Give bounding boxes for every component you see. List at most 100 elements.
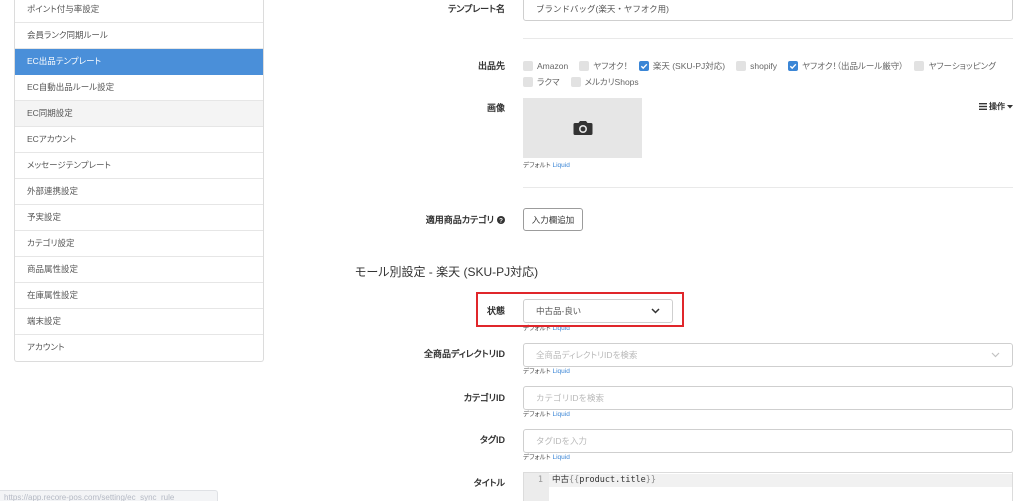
image-label: 画像 (486, 103, 505, 113)
tag-id-label: タグID (479, 435, 505, 445)
product-category-label: 適用商品カテゴリ ? (330, 214, 505, 226)
channel-option-label: shopify (750, 61, 778, 71)
condition-select[interactable]: 中古品-良い (523, 299, 673, 323)
checkbox[interactable] (523, 61, 533, 71)
add-input-field-button[interactable]: 入力欄追加 (523, 208, 583, 231)
chevron-down-icon (991, 352, 1000, 358)
channel-option-label: Amazon (537, 61, 569, 71)
template-name-input[interactable] (523, 0, 1013, 21)
line-number: 1 (537, 475, 543, 485)
code-line: 中古{{product.title}} (552, 474, 656, 487)
sidebar-item-category-settings[interactable]: カテゴリ設定 (15, 231, 263, 257)
tag-id-input[interactable] (523, 429, 1013, 453)
channels-checkbox-group: Amazon ヤフオク！ 楽天 (SKU-PJ対応) shopify ヤフオク！… (523, 60, 1013, 88)
settings-sidebar: ポイント付与率設定 会員ランク同期ルール EC出品テンプレート EC自動出品ルー… (14, 0, 264, 362)
channel-option-yahoo-auction-strict[interactable]: ヤフオク！（出品ルール厳守） (788, 60, 903, 72)
channel-option-rakuma[interactable]: ラクマ (523, 76, 560, 88)
tag-id-helper: デフォルト Liquid (523, 454, 570, 462)
code-token-close-brace: }} (645, 475, 657, 485)
checkbox[interactable] (579, 61, 590, 71)
checkbox[interactable] (788, 61, 799, 71)
channel-option-rakuten-sku-pj[interactable]: 楽天 (SKU-PJ対応) (638, 60, 725, 72)
title-label: タイトル (473, 478, 505, 488)
sidebar-item-stock-attribute-settings[interactable]: 在庫属性設定 (15, 283, 263, 309)
checkbox[interactable] (523, 77, 533, 87)
title-code-editor[interactable]: 1 中古{{product.title}} (523, 472, 1013, 501)
sidebar-item-label: EC同期設定 (27, 108, 73, 118)
checkbox[interactable] (736, 61, 747, 71)
sidebar-item-budget-actual-settings[interactable]: 予実設定 (15, 205, 263, 231)
sidebar-item-ec-auto-listing-rule[interactable]: EC自動出品ルール設定 (15, 75, 263, 101)
directory-id-helper: デフォルト Liquid (523, 368, 570, 376)
channel-option-label: ヤフーショッピング (928, 61, 996, 71)
template-name-label: テンプレート名 (448, 4, 505, 14)
question-circle-icon: ? (497, 216, 505, 224)
sidebar-item-ec-listing-template[interactable]: EC出品テンプレート (15, 49, 263, 75)
sidebar-item-label: ポイント付与率設定 (27, 4, 100, 14)
sidebar-item-label: カテゴリ設定 (27, 238, 75, 248)
liquid-link[interactable]: Liquid (553, 325, 570, 332)
sidebar-item-message-template[interactable]: メッセージテンプレート (15, 153, 263, 179)
category-id-helper: デフォルト Liquid (523, 411, 570, 419)
image-upload-placeholder[interactable] (523, 98, 642, 158)
sidebar-item-account[interactable]: アカウント (15, 335, 263, 361)
channel-option-mercari-shops[interactable]: メルカリShops (570, 76, 639, 88)
category-id-input[interactable] (523, 386, 1013, 410)
sidebar-item-member-rank-sync-rule[interactable]: 会員ランク同期ルール (15, 23, 263, 49)
channel-option-label: ヤフオク！ (593, 61, 628, 71)
condition-helper: デフォルト Liquid (523, 325, 570, 333)
liquid-link[interactable]: Liquid (553, 368, 570, 375)
code-token-variable: product.title (579, 475, 646, 485)
image-actions-button[interactable]: 操作 (966, 100, 1013, 113)
code-token-open-brace: {{ (569, 475, 580, 485)
sidebar-item-label: 端末設定 (27, 316, 62, 326)
svg-text:?: ? (499, 217, 503, 224)
checkbox[interactable] (570, 77, 581, 87)
check-icon (789, 63, 797, 70)
sidebar-item-label: ECアカウント (27, 134, 77, 144)
image-helper: デフォルト Liquid (523, 162, 570, 170)
code-token-text: 中古 (552, 475, 570, 485)
product-category-label-text: 適用商品カテゴリ (425, 215, 494, 225)
default-label: デフォルト (523, 411, 551, 418)
sidebar-item-ec-sync-settings[interactable]: EC同期設定 (15, 101, 263, 127)
sidebar-item-label: 予実設定 (27, 212, 62, 222)
section-divider (523, 38, 1013, 39)
default-label: デフォルト (523, 368, 551, 375)
liquid-link[interactable]: Liquid (553, 454, 570, 461)
sidebar-item-label: EC自動出品ルール設定 (27, 82, 115, 92)
sidebar-item-terminal-settings[interactable]: 端末設定 (15, 309, 263, 335)
mall-settings-heading: モール別設定 - 楽天 (SKU-PJ対応) (355, 265, 539, 279)
sidebar-list: ポイント付与率設定 会員ランク同期ルール EC出品テンプレート EC自動出品ルー… (15, 0, 263, 361)
channel-option-label: ラクマ (537, 77, 560, 87)
channel-option-shopify[interactable]: shopify (736, 60, 777, 72)
category-id-label: カテゴリID (463, 393, 505, 403)
channel-option-yahoo-auction[interactable]: ヤフオク！ (579, 60, 628, 72)
channels-label: 出品先 (477, 61, 505, 71)
sidebar-item-label: メッセージテンプレート (27, 160, 111, 170)
section-divider (523, 187, 1013, 188)
sidebar-item-ec-account[interactable]: ECアカウント (15, 127, 263, 153)
caret-down-icon (1007, 104, 1013, 108)
channel-option-label: ヤフオク！（出品ルール厳守） (802, 61, 904, 71)
directory-id-select[interactable]: 全商品ディレクトリIDを検索 (523, 343, 1013, 367)
sidebar-item-label: EC出品テンプレート (27, 56, 102, 66)
checkbox[interactable] (914, 61, 925, 71)
sidebar-item-label: 会員ランク同期ルール (27, 30, 108, 40)
sidebar-item-product-attribute-settings[interactable]: 商品属性設定 (15, 257, 263, 283)
image-actions-label: 操作 (989, 102, 1005, 111)
liquid-link[interactable]: Liquid (553, 162, 570, 169)
channel-option-yahoo-shopping[interactable]: ヤフーショッピング (914, 60, 996, 72)
default-label: デフォルト (523, 454, 551, 461)
check-icon (640, 63, 648, 70)
directory-id-label: 全商品ディレクトリID (423, 349, 505, 359)
sidebar-item-point-rate-settings[interactable]: ポイント付与率設定 (15, 0, 263, 23)
channel-option-amazon[interactable]: Amazon (523, 60, 568, 72)
condition-value: 中古品-良い (536, 306, 581, 316)
sidebar-item-label: 商品属性設定 (27, 264, 79, 274)
directory-id-placeholder: 全商品ディレクトリIDを検索 (536, 350, 638, 360)
checkbox[interactable] (638, 61, 649, 71)
default-label: デフォルト (523, 325, 551, 332)
liquid-link[interactable]: Liquid (553, 411, 570, 418)
sidebar-item-external-integration[interactable]: 外部連携設定 (15, 179, 263, 205)
